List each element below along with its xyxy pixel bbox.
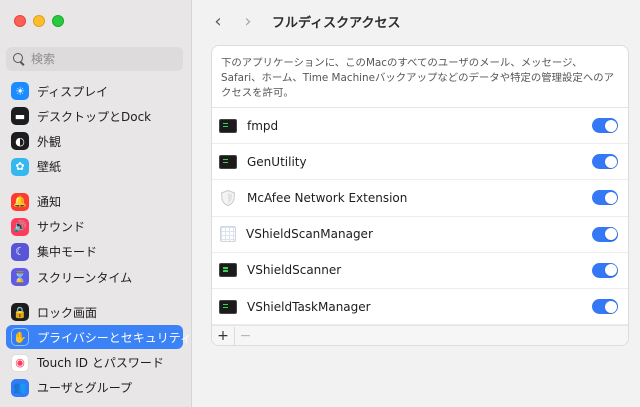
app-row-vshieldtaskmanager: VShieldTaskManager <box>212 289 628 326</box>
app-name: VShieldTaskManager <box>247 299 371 314</box>
access-toggle[interactable] <box>592 118 618 134</box>
sidebar-item-label: サウンド <box>37 220 86 235</box>
list-footer: + − <box>212 325 628 345</box>
sidebar-item-privacy-security[interactable]: ✋ プライバシーとセキュリティ <box>6 325 192 350</box>
app-name: GenUtility <box>247 154 307 169</box>
screen-time-icon: ⌛ <box>11 268 29 287</box>
sidebar-item-users-groups[interactable]: 👥 ユーザとグループ <box>6 376 183 400</box>
chevron-right-icon: › <box>244 10 252 32</box>
access-toggle[interactable] <box>592 262 618 278</box>
shield-icon <box>219 189 237 207</box>
sidebar-item-label: デスクトップとDock <box>37 109 152 124</box>
app-row-genutility: GenUtility <box>212 144 628 181</box>
sidebar: ☀ ディスプレイ ▬ デスクトップとDock ◐ 外観 ✿ 壁紙 🔔 通知 🔊 <box>0 0 192 407</box>
app-name: fmpd <box>247 118 279 133</box>
app-access-panel: 下のアプリケーションに、このMacのすべてのユーザのメール、メッセージ、Safa… <box>211 45 629 346</box>
page-title: フルディスクアクセス <box>272 16 401 31</box>
sidebar-item-label: 壁紙 <box>37 160 62 175</box>
zoom-window-button[interactable] <box>52 15 64 27</box>
sidebar-item-label: スクリーンタイム <box>37 270 133 285</box>
app-row-vshieldscanner: VShieldScanner <box>212 253 628 289</box>
search-icon <box>13 53 25 65</box>
sidebar-item-sound[interactable]: 🔊 サウンド <box>6 215 183 239</box>
access-toggle[interactable] <box>592 299 618 315</box>
sidebar-item-displays[interactable]: ☀ ディスプレイ <box>6 79 183 103</box>
sidebar-item-appearance[interactable]: ◐ 外観 <box>6 129 183 153</box>
sidebar-item-touch-id[interactable]: ◉ Touch ID とパスワード <box>6 351 183 375</box>
add-app-button[interactable]: + <box>212 327 234 345</box>
sound-icon: 🔊 <box>11 217 29 236</box>
app-row-mcafee-network-extension: McAfee Network Extension <box>212 180 628 217</box>
terminal-icon <box>219 299 237 314</box>
sidebar-list: ☀ ディスプレイ ▬ デスクトップとDock ◐ 外観 ✿ 壁紙 🔔 通知 🔊 <box>6 79 192 401</box>
wallpaper-icon: ✿ <box>11 157 29 176</box>
access-toggle[interactable] <box>592 190 618 206</box>
display-icon: ☀ <box>11 82 29 100</box>
sidebar-item-label: プライバシーとセキュリティ <box>37 330 193 345</box>
sidebar-search[interactable] <box>6 47 183 71</box>
sidebar-item-label: ロック画面 <box>37 305 98 320</box>
minimize-window-button[interactable] <box>33 15 45 27</box>
terminal-icon <box>219 118 237 133</box>
close-window-button[interactable] <box>14 15 26 27</box>
focus-icon: ☾ <box>11 242 29 261</box>
back-button[interactable]: ‹ <box>208 10 228 32</box>
app-name: VShieldScanner <box>247 263 342 278</box>
sidebar-item-label: 通知 <box>37 195 62 210</box>
sidebar-item-label: Touch ID とパスワード <box>37 356 164 370</box>
sidebar-item-lock-screen[interactable]: 🔒 ロック画面 <box>6 300 183 324</box>
app-name: McAfee Network Extension <box>247 190 408 205</box>
notifications-icon: 🔔 <box>11 192 29 211</box>
sidebar-item-wallpaper[interactable]: ✿ 壁紙 <box>6 155 183 179</box>
access-description: 下のアプリケーションに、このMacのすべてのユーザのメール、メッセージ、Safa… <box>212 46 628 108</box>
app-row-vshieldscanmanager: VShieldScanManager <box>212 217 628 253</box>
chevron-left-icon: ‹ <box>214 10 222 32</box>
users-icon: 👥 <box>11 378 29 397</box>
access-toggle[interactable] <box>592 226 618 242</box>
sidebar-item-label: 外観 <box>37 134 62 149</box>
grid-document-icon <box>220 226 236 243</box>
sidebar-item-label: 集中モード <box>37 245 98 260</box>
dock-icon: ▬ <box>11 107 29 126</box>
window-controls <box>14 15 64 27</box>
sidebar-item-focus[interactable]: ☾ 集中モード <box>6 240 183 264</box>
sidebar-item-desktop-dock[interactable]: ▬ デスクトップとDock <box>6 104 183 128</box>
appearance-icon: ◐ <box>11 132 29 151</box>
remove-app-button[interactable]: − <box>234 326 256 345</box>
terminal-icon <box>219 263 237 278</box>
sidebar-item-notifications[interactable]: 🔔 通知 <box>6 190 183 214</box>
lock-icon: 🔒 <box>11 303 29 322</box>
search-input[interactable] <box>31 52 171 66</box>
sidebar-item-label: ユーザとグループ <box>37 381 133 396</box>
app-row-fmpd: fmpd <box>212 108 628 145</box>
forward-button[interactable]: › <box>238 10 258 32</box>
app-name: VShieldScanManager <box>246 227 373 242</box>
privacy-hand-icon: ✋ <box>11 328 29 347</box>
access-toggle[interactable] <box>592 154 618 170</box>
sidebar-item-screen-time[interactable]: ⌛ スクリーンタイム <box>6 265 183 289</box>
terminal-icon <box>219 154 237 169</box>
sidebar-item-label: ディスプレイ <box>37 84 109 99</box>
main-content: ‹ › フルディスクアクセス 下のアプリケーションに、このMacのすべてのユーザ… <box>192 0 640 407</box>
system-settings-window: ☀ ディスプレイ ▬ デスクトップとDock ◐ 外観 ✿ 壁紙 🔔 通知 🔊 <box>0 0 640 407</box>
fingerprint-icon: ◉ <box>11 353 29 372</box>
